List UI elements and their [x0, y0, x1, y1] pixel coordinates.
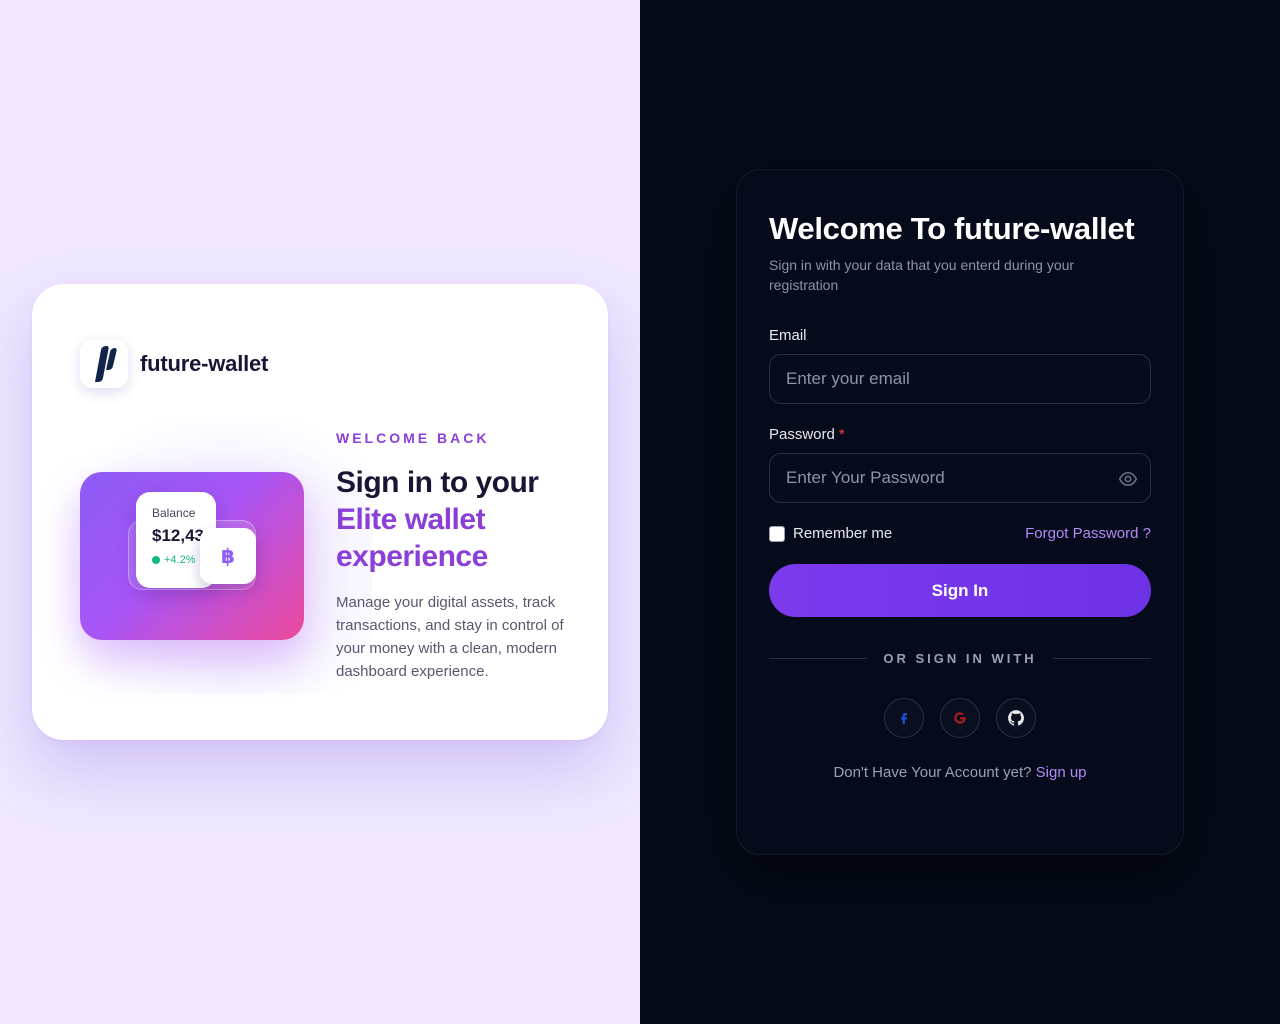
- options-row: Remember me Forgot Password ?: [769, 525, 1151, 542]
- promo-text: WELCOME BACK Sign in to your Elite walle…: [336, 430, 576, 683]
- status-dot-icon: [152, 556, 160, 564]
- brand-logo-icon: [80, 340, 128, 388]
- brand-name: future-wallet: [140, 351, 269, 376]
- google-icon: [954, 712, 966, 724]
- email-label: Email: [769, 327, 1151, 344]
- password-field-wrapper: [769, 453, 1151, 503]
- required-marker: *: [838, 426, 845, 443]
- wallet-illustration: Balance $12,430 +4.2% ฿: [80, 472, 304, 640]
- promo-panel: future-wallet Balance $12,430 +4.2% ฿ WE…: [0, 0, 640, 1024]
- login-subtitle: Sign in with your data that you enterd d…: [769, 257, 1075, 293]
- forgot-password-link[interactable]: Forgot Password ?: [1025, 525, 1151, 542]
- login-panel: Welcome To future-wallet Sign in with yo…: [640, 0, 1280, 1024]
- password-field[interactable]: [786, 468, 1134, 488]
- promo-description: Manage your digital assets, track transa…: [336, 594, 564, 680]
- divider-line-right: [1052, 658, 1151, 659]
- brand-logo-row: future-wallet: [80, 340, 268, 388]
- eye-icon[interactable]: [1118, 469, 1138, 489]
- social-divider: OR SIGN IN WITH: [769, 651, 1151, 666]
- email-label-text: Email: [769, 327, 807, 344]
- bitcoin-icon: ฿: [200, 528, 256, 584]
- password-label-text: Password: [769, 426, 835, 443]
- promo-card: future-wallet Balance $12,430 +4.2% ฿ WE…: [32, 284, 608, 740]
- balance-change-value: +4.2%: [164, 554, 196, 566]
- signup-prompt-text: Don't Have Your Account yet?: [833, 764, 1032, 781]
- email-field[interactable]: [786, 369, 1134, 389]
- signup-prompt: Don't Have Your Account yet? Sign up: [769, 764, 1151, 781]
- login-title: Welcome To future-wallet: [769, 211, 1135, 246]
- login-card: Welcome To future-wallet Sign in with yo…: [736, 169, 1184, 855]
- password-label: Password *: [769, 426, 1151, 443]
- divider-line-left: [769, 658, 868, 659]
- remember-me: Remember me: [769, 525, 892, 542]
- sign-in-button[interactable]: Sign In: [769, 564, 1151, 617]
- email-field-wrapper: [769, 354, 1151, 404]
- social-buttons: [769, 698, 1151, 738]
- github-icon: [1008, 710, 1024, 726]
- bitcoin-symbol: ฿: [221, 545, 235, 568]
- headline-line: Sign in to your: [336, 466, 539, 499]
- github-button[interactable]: [996, 698, 1036, 738]
- facebook-icon: [901, 713, 907, 724]
- balance-label: Balance: [152, 506, 196, 520]
- divider-text: OR SIGN IN WITH: [883, 651, 1037, 666]
- promo-headline: Sign in to your Elite wallet experience: [336, 464, 576, 575]
- sign-up-link[interactable]: Sign up: [1036, 764, 1087, 781]
- google-button[interactable]: [940, 698, 980, 738]
- promo-eyebrow: WELCOME BACK: [336, 430, 490, 446]
- headline-accent: Elite wallet experience: [336, 503, 488, 573]
- facebook-button[interactable]: [884, 698, 924, 738]
- remember-checkbox[interactable]: [769, 525, 785, 542]
- remember-label: Remember me: [793, 525, 893, 542]
